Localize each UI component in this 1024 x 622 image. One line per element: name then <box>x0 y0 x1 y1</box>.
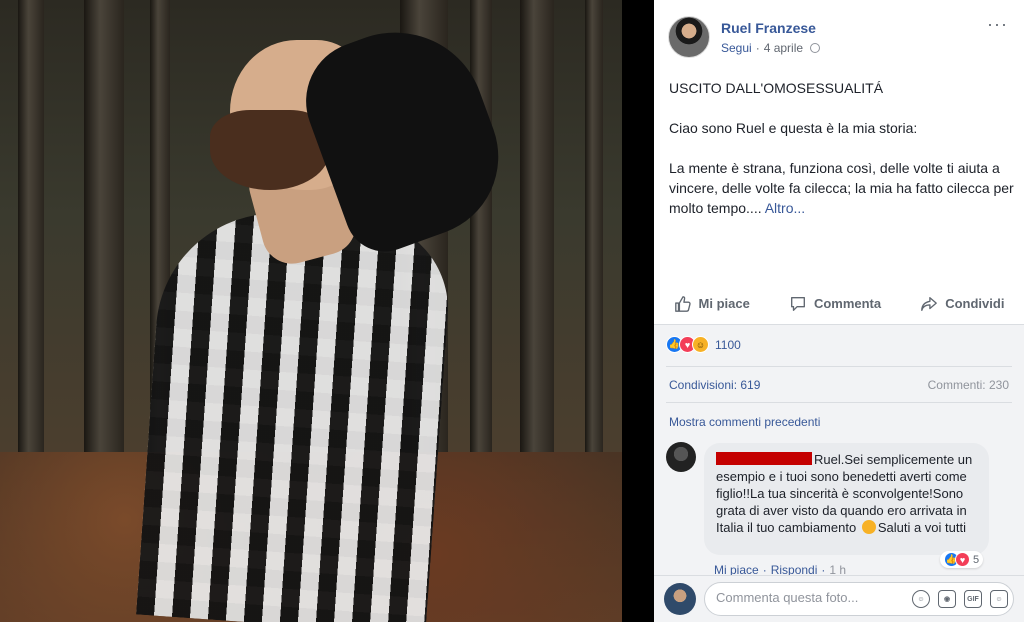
comment-text-end: Saluti a voi tutti <box>877 520 966 535</box>
action-bar: Mi piace Commenta Condividi <box>654 283 1024 325</box>
haha-reaction-icon: ☺ <box>692 336 709 353</box>
composer-tools: ☺ ◉ GIF ☺ <box>912 590 1008 608</box>
share-button[interactable]: Condividi <box>920 295 1004 313</box>
post-header: Ruel Franzese Segui · 4 aprile ··· <box>654 0 1024 70</box>
post-intro: Ciao sono Ruel e questa è la mia storia: <box>669 120 918 136</box>
like-button[interactable]: Mi piace <box>674 295 750 313</box>
share-icon <box>921 296 938 311</box>
post-meta: Segui · 4 aprile <box>721 41 821 55</box>
plaid-shirt <box>136 205 454 622</box>
thumbs-up-icon <box>674 295 691 312</box>
post-body: La mente è strana, funziona così, delle … <box>669 158 1014 218</box>
like-label: Mi piace <box>698 296 750 311</box>
current-user-avatar <box>664 583 696 615</box>
comment-reaction-count: 5 <box>973 553 980 566</box>
post-text: USCITO DALL'OMOSESSUALITÁ Ciao sono Ruel… <box>669 78 1014 238</box>
tree-trunk <box>585 0 603 520</box>
divider <box>666 366 1012 367</box>
author-avatar[interactable] <box>668 16 710 58</box>
redacted-name <box>716 452 812 465</box>
shares-count[interactable]: Condivisioni: 619 <box>669 378 760 392</box>
reaction-summary[interactable]: 👍 ♥ ☺ 1100 <box>666 336 741 353</box>
tree-trunk <box>18 0 44 520</box>
post-sidebar: Ruel Franzese Segui · 4 aprile ··· USCIT… <box>654 0 1024 622</box>
post-title: USCITO DALL'OMOSESSUALITÁ <box>669 80 884 96</box>
gif-icon[interactable]: GIF <box>964 590 982 608</box>
emoji-icon[interactable]: ☺ <box>912 590 930 608</box>
meta-separator: · <box>755 41 760 55</box>
comment-reactions[interactable]: 👍 ♥ 5 <box>940 551 984 568</box>
tree-trunk <box>520 0 554 520</box>
tree-trunk <box>84 0 124 520</box>
reaction-count[interactable]: 1100 <box>715 338 741 352</box>
camera-icon[interactable]: ◉ <box>938 590 956 608</box>
divider <box>666 402 1012 403</box>
sticker-icon[interactable]: ☺ <box>990 590 1008 608</box>
more-options-icon[interactable]: ··· <box>987 14 1008 35</box>
comment-input-placeholder: Commenta questa foto... <box>716 590 859 605</box>
share-label: Condividi <box>945 296 1005 311</box>
globe-icon <box>810 43 821 53</box>
see-more-link[interactable]: Altro... <box>765 200 805 216</box>
comment-icon <box>790 296 805 311</box>
comment-label: Commenta <box>813 296 882 311</box>
comment-bubble: Ruel.Sei semplicemente un esempio e i tu… <box>704 443 989 555</box>
comments-count: Commenti: 230 <box>927 378 1009 392</box>
post-date[interactable]: 4 aprile <box>764 41 803 55</box>
author-name[interactable]: Ruel Franzese <box>721 20 816 36</box>
smile-emoji-icon <box>861 520 876 534</box>
show-previous-comments-link[interactable]: Mostra commenti precedenti <box>669 415 820 429</box>
post-photo[interactable] <box>0 0 622 622</box>
love-reaction-icon: ♥ <box>955 552 970 567</box>
comment-button[interactable]: Commenta <box>789 295 881 313</box>
follow-link[interactable]: Segui <box>721 41 752 55</box>
commenter-avatar[interactable] <box>666 442 696 472</box>
post-body-text: La mente è strana, funziona così, delle … <box>669 160 1014 216</box>
